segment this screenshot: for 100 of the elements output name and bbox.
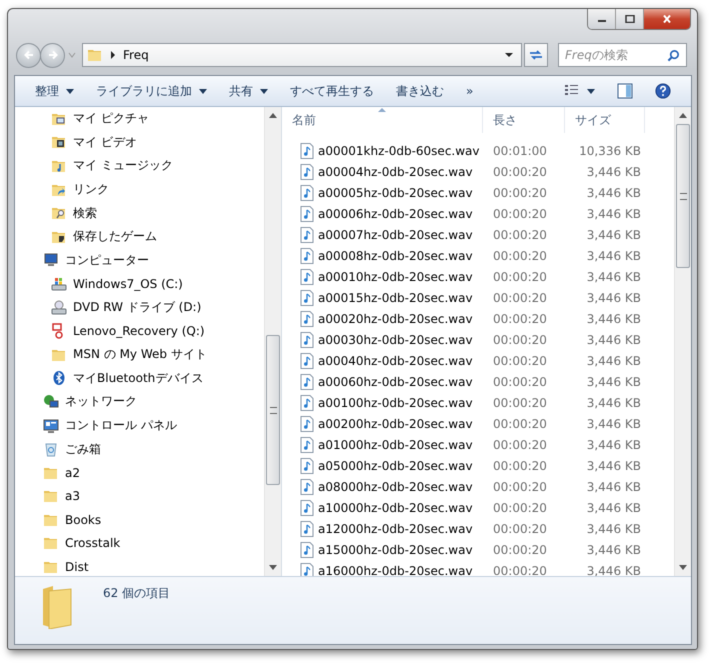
breadcrumb[interactable]: Freq <box>123 48 498 62</box>
audio-file-icon <box>300 226 314 242</box>
file-name[interactable]: a10000hz-0db-20sec.wav <box>318 500 473 514</box>
audio-file-icon <box>300 332 314 348</box>
file-length: 00:01:00 <box>492 144 548 158</box>
scroll-down-icon[interactable] <box>269 565 277 570</box>
file-name[interactable]: a00020hz-0db-20sec.wav <box>318 312 473 326</box>
bluetooth-icon <box>51 370 67 386</box>
nav-item[interactable]: Windows7_OS (C:) <box>15 272 264 296</box>
nav-item[interactable]: マイ ビデオ <box>15 130 264 154</box>
audio-file-icon <box>300 352 314 368</box>
folder-icon <box>43 488 59 504</box>
nav-item[interactable]: Lenovo_Recovery (Q:) <box>15 319 264 343</box>
close-button[interactable] <box>644 9 690 29</box>
scroll-up-icon[interactable] <box>269 113 277 118</box>
file-size: 3,446 KB <box>586 522 641 536</box>
chevron-icon[interactable] <box>110 51 116 59</box>
nav-item[interactable]: a2 <box>15 460 264 484</box>
file-length: 00:00:20 <box>492 374 548 388</box>
file-name[interactable]: a00001khz-0db-60sec.wav <box>318 144 480 158</box>
nav-item[interactable]: a3 <box>15 484 264 508</box>
nav-item[interactable]: リンク <box>15 178 264 202</box>
nav-item[interactable]: MSN の My Web サイト <box>15 342 264 367</box>
file-name[interactable]: a00006hz-0db-20sec.wav <box>318 206 473 220</box>
file-length: 00:00:20 <box>492 480 548 494</box>
file-length: 00:00:20 <box>492 522 548 536</box>
audio-file-icon <box>300 248 314 264</box>
file-name[interactable]: a12000hz-0db-20sec.wav <box>318 522 473 536</box>
nav-item[interactable]: 保存したゲーム <box>15 224 264 249</box>
file-name[interactable]: a00040hz-0db-20sec.wav <box>318 354 473 368</box>
file-length: 00:00:20 <box>492 458 548 472</box>
scroll-up-icon[interactable] <box>679 113 687 118</box>
scroll-thumb[interactable] <box>676 124 690 268</box>
file-name[interactable]: a00100hz-0db-20sec.wav <box>318 396 473 410</box>
nav-item[interactable]: Dist <box>15 555 264 576</box>
search-field[interactable]: Freqの検索 <box>558 43 687 67</box>
scroll-down-icon[interactable] <box>679 565 687 570</box>
address-bar[interactable]: Freq <box>82 43 522 67</box>
audio-file-icon <box>300 164 314 180</box>
file-size: 3,446 KB <box>586 374 641 388</box>
nav-item[interactable]: マイ ピクチャ <box>15 107 264 131</box>
nav-item[interactable]: コントロール パネル <box>15 414 264 438</box>
nav-item[interactable]: Books <box>15 508 264 532</box>
toolbar-button[interactable]: 書き込む <box>388 78 452 104</box>
file-name[interactable]: a00007hz-0db-20sec.wav <box>318 228 473 242</box>
nav-item[interactable]: Crosstalk <box>15 532 264 556</box>
file-size: 3,446 KB <box>586 564 641 576</box>
file-size: 3,446 KB <box>586 270 641 284</box>
dropdown-button[interactable]: 整理 <box>27 78 82 104</box>
file-name[interactable]: a00008hz-0db-20sec.wav <box>318 248 473 262</box>
file-name[interactable]: a00010hz-0db-20sec.wav <box>318 270 473 284</box>
file-name[interactable]: a00060hz-0db-20sec.wav <box>318 374 473 388</box>
file-name[interactable]: a00200hz-0db-20sec.wav <box>318 416 473 430</box>
file-size: 3,446 KB <box>586 416 641 430</box>
audio-file-icon <box>300 268 314 284</box>
computer-icon <box>43 252 59 268</box>
file-name[interactable]: a00005hz-0db-20sec.wav <box>318 186 473 200</box>
back-button[interactable] <box>16 42 41 68</box>
dropdown-button[interactable]: 共有 <box>221 78 276 104</box>
scrollbar[interactable] <box>264 107 281 576</box>
nav-item[interactable]: DVD RW ドライブ (D:) <box>15 296 264 320</box>
nav-item[interactable]: コンピューター <box>15 248 264 272</box>
nav-item[interactable]: 検索 <box>15 201 264 225</box>
maximize-button[interactable] <box>616 9 644 29</box>
nav-item[interactable]: マイ ミュージック <box>15 154 264 178</box>
dropdown-button[interactable]: ライブラリに追加 <box>88 78 215 104</box>
caret-icon <box>199 88 207 94</box>
nav-item[interactable]: ネットワーク <box>15 390 264 414</box>
scrollbar[interactable] <box>674 107 691 576</box>
file-size: 3,446 KB <box>586 332 641 346</box>
file-name[interactable]: a01000hz-0db-20sec.wav <box>318 438 473 452</box>
file-length: 00:00:20 <box>492 206 548 220</box>
file-name[interactable]: a08000hz-0db-20sec.wav <box>318 480 473 494</box>
caret-icon[interactable] <box>505 52 513 58</box>
scroll-thumb[interactable] <box>266 335 280 485</box>
toolbar-button[interactable]: すべて再生する <box>282 78 382 104</box>
help-icon <box>655 83 671 99</box>
preview-pane-icon <box>617 83 633 99</box>
file-length: 00:00:20 <box>492 248 548 262</box>
file-length: 00:00:20 <box>492 500 548 514</box>
file-name[interactable]: a00030hz-0db-20sec.wav <box>318 332 473 346</box>
film-folder-icon <box>51 134 67 150</box>
maximize-icon <box>624 15 634 23</box>
refresh-button[interactable] <box>524 43 548 67</box>
file-size: 10,336 KB <box>578 144 641 158</box>
toolbar-button[interactable]: » <box>458 80 482 102</box>
minimize-button[interactable] <box>588 9 616 29</box>
column-header[interactable]: 名前 <box>282 107 483 133</box>
nav-item[interactable]: ごみ箱 <box>15 437 264 461</box>
file-name[interactable]: a05000hz-0db-20sec.wav <box>318 458 473 472</box>
column-header[interactable]: サイズ <box>565 107 645 133</box>
file-name[interactable]: a00004hz-0db-20sec.wav <box>318 164 473 178</box>
file-name[interactable]: a00015hz-0db-20sec.wav <box>318 290 473 304</box>
column-header[interactable]: 長さ <box>483 107 565 133</box>
file-size: 3,446 KB <box>586 480 641 494</box>
forward-button[interactable] <box>40 42 65 68</box>
file-name[interactable]: a15000hz-0db-20sec.wav <box>318 542 473 556</box>
file-name[interactable]: a16000hz-0db-20sec.wav <box>318 564 473 576</box>
caret-icon <box>260 88 268 94</box>
nav-item[interactable]: マイBluetoothデバイス <box>15 366 264 390</box>
